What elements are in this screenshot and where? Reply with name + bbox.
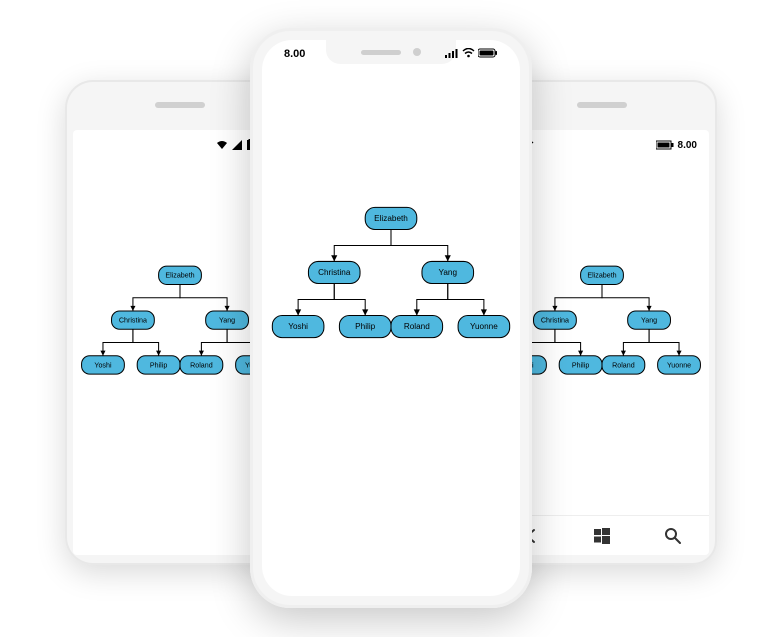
svg-text:Yang: Yang [641, 317, 657, 325]
svg-text:Philip: Philip [355, 322, 375, 331]
statusbar-ios-right [445, 48, 498, 58]
svg-text:Roland: Roland [404, 322, 430, 331]
node-l3-2: Roland [180, 356, 223, 374]
svg-text:Christina: Christina [318, 268, 351, 277]
node-root: Elizabeth [159, 266, 202, 284]
node-l3-3: Yuonne [658, 356, 701, 374]
node-l3-1: Philip [137, 356, 180, 374]
statusbar-windows: 8.00 [507, 134, 697, 156]
search-button[interactable] [661, 524, 685, 548]
svg-text:Philip: Philip [150, 361, 167, 369]
windows-icon [594, 528, 610, 544]
node-l3-0: Yoshi [82, 356, 125, 374]
svg-text:Philip: Philip [572, 361, 589, 369]
node-l2-0: Christina [534, 311, 577, 329]
node-l2-1: Yang [206, 311, 249, 329]
svg-text:Yoshi: Yoshi [288, 322, 308, 331]
node-root: Elizabeth [365, 207, 417, 229]
search-icon [664, 527, 682, 545]
node-l3-2: Roland [602, 356, 645, 374]
svg-text:Yang: Yang [439, 268, 458, 277]
svg-text:Christina: Christina [541, 317, 569, 325]
node-l3-1: Philip [559, 356, 602, 374]
camera [413, 48, 421, 56]
screen-ios: 8.00 Elizabeth Christina Yang Yoshi Phil… [262, 40, 520, 596]
node-l2-0: Christina [112, 311, 155, 329]
svg-text:Elizabeth: Elizabeth [165, 272, 194, 280]
svg-text:Yuonne: Yuonne [667, 361, 691, 369]
wifi-icon [462, 48, 475, 58]
speaker [155, 102, 205, 108]
battery-icon [656, 140, 674, 150]
node-l3-3: Yuonne [458, 315, 510, 337]
signal-icon [445, 48, 459, 58]
svg-text:Elizabeth: Elizabeth [587, 272, 616, 280]
phone-ios: 8.00 Elizabeth Christina Yang Yoshi Phil… [250, 28, 532, 608]
notch [326, 40, 456, 64]
svg-text:Yoshi: Yoshi [94, 361, 112, 369]
svg-text:Roland: Roland [190, 361, 213, 369]
node-root: Elizabeth [581, 266, 624, 284]
time-label-windows: 8.00 [678, 140, 697, 151]
node-l2-1: Yang [628, 311, 671, 329]
node-l2-1: Yang [422, 261, 474, 283]
battery-icon [478, 48, 498, 58]
svg-text:Roland: Roland [612, 361, 635, 369]
signal-icon [232, 140, 242, 150]
statusbar-android: 8.00 [73, 134, 277, 156]
speaker [361, 50, 401, 55]
speaker [577, 102, 627, 108]
node-l3-1: Philip [339, 315, 391, 337]
time-label-ios: 8.00 [284, 48, 305, 60]
node-l3-0: Yoshi [272, 315, 324, 337]
home-button[interactable] [590, 524, 614, 548]
node-l2-0: Christina [308, 261, 360, 283]
wifi-icon [216, 140, 228, 150]
svg-text:Elizabeth: Elizabeth [374, 214, 408, 223]
node-l3-2: Roland [391, 315, 443, 337]
svg-text:Christina: Christina [119, 317, 147, 325]
svg-text:Yuonne: Yuonne [470, 322, 498, 331]
svg-text:Yang: Yang [219, 317, 235, 325]
org-diagram-ios: Elizabeth Christina Yang Yoshi Philip Ro… [262, 200, 520, 389]
